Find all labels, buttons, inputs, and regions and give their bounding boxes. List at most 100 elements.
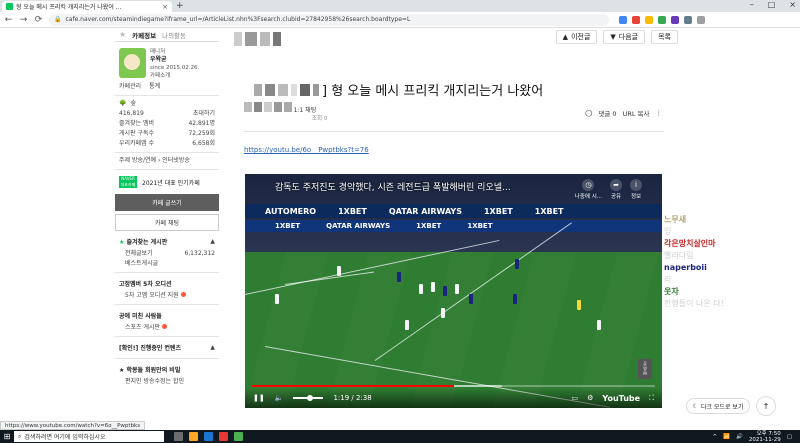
divider xyxy=(115,336,219,337)
cafe-grade: 숲 xyxy=(130,100,137,107)
file-explorer-icon[interactable] xyxy=(189,432,198,441)
dark-mode-button[interactable]: ☾ 다크 모드로 보기 xyxy=(686,398,750,414)
watch-later-button[interactable]: ◷ 나중에 시... xyxy=(575,179,602,200)
stats-link[interactable]: 통계 xyxy=(149,83,160,91)
taskbar-search[interactable]: ⌕ 검색하려면 여기에 입력하십시오 xyxy=(14,431,164,442)
sidebar-item-audition[interactable]: 5차 고멤 오디션 지원 xyxy=(115,291,219,301)
board-group[interactable]: [확인!] 진행중인 컨텐츠 ▲ xyxy=(115,340,219,355)
comment-icon: ◯ xyxy=(585,109,593,117)
board-group[interactable]: 공에 미친 사람들 xyxy=(115,308,219,323)
windows-start-icon[interactable]: ⊞ xyxy=(0,432,14,441)
extension-icon[interactable] xyxy=(645,15,653,24)
extension-icon[interactable] xyxy=(671,15,679,24)
player xyxy=(513,294,517,304)
tab-my-activity[interactable]: 나의활동 xyxy=(162,30,186,40)
member-count[interactable]: 416,819 xyxy=(119,110,144,118)
cafe-chat-button[interactable]: 카페 채팅 xyxy=(115,214,219,231)
cafe-topic[interactable]: 주제 방송/연예 › 인터넷방송 xyxy=(115,156,219,166)
pause-icon[interactable]: ❚❚ xyxy=(253,394,265,402)
extension-icon[interactable] xyxy=(619,15,627,24)
notification-icon[interactable]: ▢ xyxy=(787,434,792,440)
info-icon: i xyxy=(630,179,642,191)
speaker-icon[interactable]: 🔊 xyxy=(736,434,743,440)
chat-message: 각은망치살인마 xyxy=(664,239,716,248)
youtube-logo[interactable]: YouTube xyxy=(602,394,640,403)
player xyxy=(397,272,401,282)
new-tab-button[interactable]: + xyxy=(176,1,184,11)
fullscreen-icon[interactable]: ⛶ xyxy=(649,394,654,403)
divider xyxy=(115,152,219,153)
article-title: ] 형 오늘 메시 프리킥 개지리는거 나왔어 xyxy=(254,80,543,99)
star-icon: ★ xyxy=(119,367,125,374)
chevron-up-icon[interactable]: ^ xyxy=(713,434,718,440)
video-title[interactable]: 감독도 주저진도 경악했다, 시즌 레전드급 폭발해버린 리오넬... xyxy=(275,180,511,193)
collapse-icon[interactable]: ▲ xyxy=(210,238,215,245)
cafe-avatar xyxy=(119,48,146,78)
divider xyxy=(115,358,219,359)
minimize-button[interactable]: – xyxy=(750,0,754,9)
star-icon[interactable]: ★ xyxy=(119,30,126,39)
manager-name[interactable]: 우왁굳 xyxy=(150,56,199,64)
url-copy-button[interactable]: URL 복사 xyxy=(623,108,650,118)
extension-icon[interactable] xyxy=(658,15,666,24)
award-badge-row: NAVER 대표카페 2021년 대표 인기카페 xyxy=(115,173,219,191)
collapse-icon[interactable]: ▲ xyxy=(210,344,215,351)
extension-icon[interactable] xyxy=(684,15,692,24)
volume-slider[interactable] xyxy=(293,395,324,401)
channel-watermark[interactable]: 공명M xyxy=(638,359,652,379)
address-bar[interactable]: 🔒 cafe.naver.com/steamindiegame?iframe_u… xyxy=(49,13,609,26)
forward-icon[interactable]: → xyxy=(19,15,28,25)
more-options-icon[interactable]: ⋮ xyxy=(656,109,663,117)
task-view-icon[interactable] xyxy=(174,432,183,441)
stat-row: 우리카페앱 수 6,658회 xyxy=(119,140,215,147)
player xyxy=(597,320,601,330)
fav-boards-header[interactable]: ★ 즐겨찾는 게시판 ▲ xyxy=(115,234,219,249)
player xyxy=(337,266,341,276)
reload-icon[interactable]: ⟳ xyxy=(34,15,43,25)
sidebar-item-sports[interactable]: 스포츠 게시판 xyxy=(115,323,219,333)
taskbar-clock[interactable]: 오후 7:50 2021-11-29 xyxy=(749,431,781,443)
extension-icon[interactable] xyxy=(632,15,640,24)
chat-text: 칸행들이 나온 다! xyxy=(664,299,724,308)
video-top-actions: ◷ 나중에 시... ➦ 공유 i 정보 xyxy=(575,179,642,200)
subtitles-icon[interactable]: ▭ xyxy=(572,394,579,402)
board-group[interactable]: ★ 학몽들 회원만의 비밀 xyxy=(115,362,219,377)
cafe-manage-link[interactable]: 카페관리 xyxy=(119,83,141,91)
moon-icon: ☾ xyxy=(692,402,698,410)
info-button[interactable]: i 정보 xyxy=(630,179,642,200)
youtube-link[interactable]: https://youtu.be/6o__Pwptbks?t=76 xyxy=(244,146,369,154)
maximize-button[interactable]: □ xyxy=(768,0,776,9)
player xyxy=(469,294,473,304)
board-group[interactable]: 고정멤버 5차 오디션 xyxy=(115,276,219,291)
share-button[interactable]: ➦ 공유 xyxy=(610,179,622,200)
player xyxy=(455,284,459,294)
settings-icon[interactable]: ⚙ xyxy=(587,394,593,402)
sidebar-item-all-posts[interactable]: 전체글보기 6,132,312 xyxy=(115,249,219,259)
network-icon[interactable]: 📶 xyxy=(723,434,730,440)
divider xyxy=(244,131,664,132)
youtube-video-player[interactable]: AUTOMERO 1XBET QATAR AIRWAYS 1XBET 1XBET… xyxy=(245,174,662,408)
back-icon[interactable]: ← xyxy=(4,15,13,25)
sidebar-item-best-posts[interactable]: 베스트게시글 xyxy=(115,259,219,269)
chat-text: 빨리다림 xyxy=(664,251,694,260)
chrome-icon[interactable] xyxy=(234,432,243,441)
app-icon[interactable] xyxy=(219,432,228,441)
browser-tab[interactable]: 형 오늘 메시 프리킥 개지리는거 나왔어 ... × xyxy=(2,1,172,12)
tab-cafe-info[interactable]: 카페정보 xyxy=(132,30,156,40)
profile-icon[interactable] xyxy=(697,15,705,24)
progress-bar[interactable] xyxy=(252,385,655,387)
chat-message: naperboii xyxy=(664,263,707,272)
scroll-top-button[interactable]: ↑ xyxy=(756,396,776,416)
grade-row: 🌳 숲 xyxy=(115,99,219,109)
cafe-intro-link[interactable]: 카페소개 xyxy=(150,72,199,80)
close-window-button[interactable]: × xyxy=(789,0,796,9)
player xyxy=(405,320,409,330)
app-icon[interactable] xyxy=(204,432,213,441)
volume-icon[interactable]: 🔈 xyxy=(275,394,284,402)
sidebar-item[interactable]: 편지민 방송수정는 합인 xyxy=(115,377,219,387)
chat-link[interactable]: 1:1 채팅 xyxy=(294,107,317,114)
invite-link[interactable]: 초대하기 xyxy=(193,110,215,118)
tab-close-icon[interactable]: × xyxy=(162,3,168,11)
write-post-button[interactable]: 카페 글쓰기 xyxy=(115,194,219,211)
comment-count[interactable]: 댓글 0 xyxy=(598,108,616,118)
